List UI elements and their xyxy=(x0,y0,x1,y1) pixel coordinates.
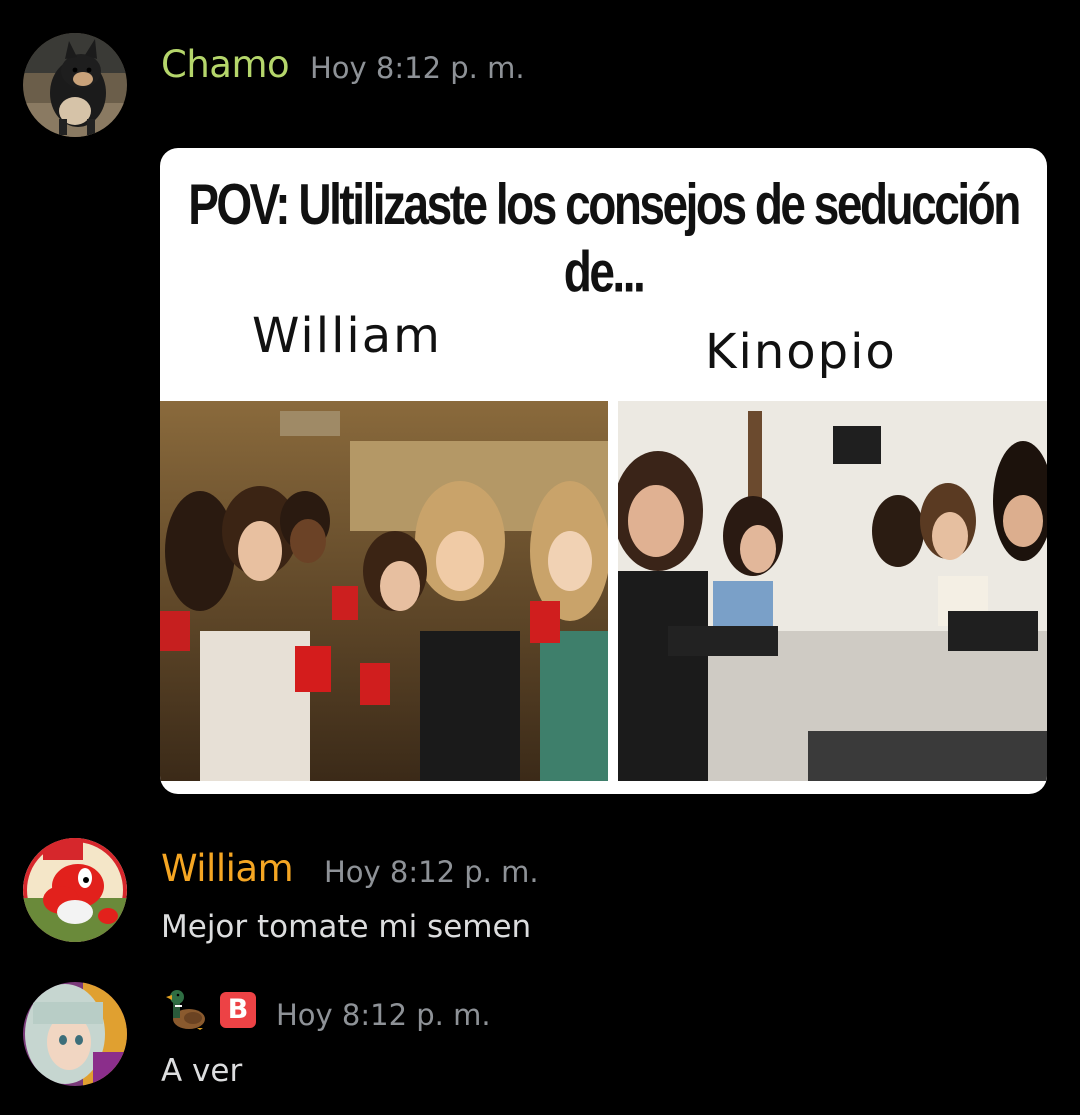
meme-image-attachment[interactable]: POV: Ultilizaste los consejos de seducci… xyxy=(160,148,1047,794)
author-name[interactable]: Chamo xyxy=(161,46,290,83)
meme-label-left: William xyxy=(252,308,442,364)
message-timestamp: Hoy 8:12 p. m. xyxy=(276,998,491,1032)
classroom-photo xyxy=(618,401,1047,781)
meme-label-right: Kinopio xyxy=(705,324,897,380)
role-badge: B xyxy=(220,992,256,1028)
message-timestamp: Hoy 8:12 p. m. xyxy=(324,855,539,889)
dog-avatar-icon xyxy=(23,33,127,137)
message-content: Mejor tomate mi semen xyxy=(161,909,532,945)
meme-title: POV: Ultilizaste los consejos de seducci… xyxy=(188,171,1021,304)
party-photo xyxy=(160,401,608,781)
duck-icon xyxy=(163,986,209,1032)
yoshi-avatar-icon xyxy=(23,838,127,942)
anime-avatar-icon xyxy=(23,982,127,1086)
message-content: A ver xyxy=(161,1053,243,1089)
author-name[interactable]: William xyxy=(161,850,294,887)
avatar-user-3[interactable] xyxy=(23,982,127,1086)
avatar-chamo[interactable] xyxy=(23,33,127,137)
message-timestamp: Hoy 8:12 p. m. xyxy=(310,51,525,85)
avatar-william[interactable] xyxy=(23,838,127,942)
